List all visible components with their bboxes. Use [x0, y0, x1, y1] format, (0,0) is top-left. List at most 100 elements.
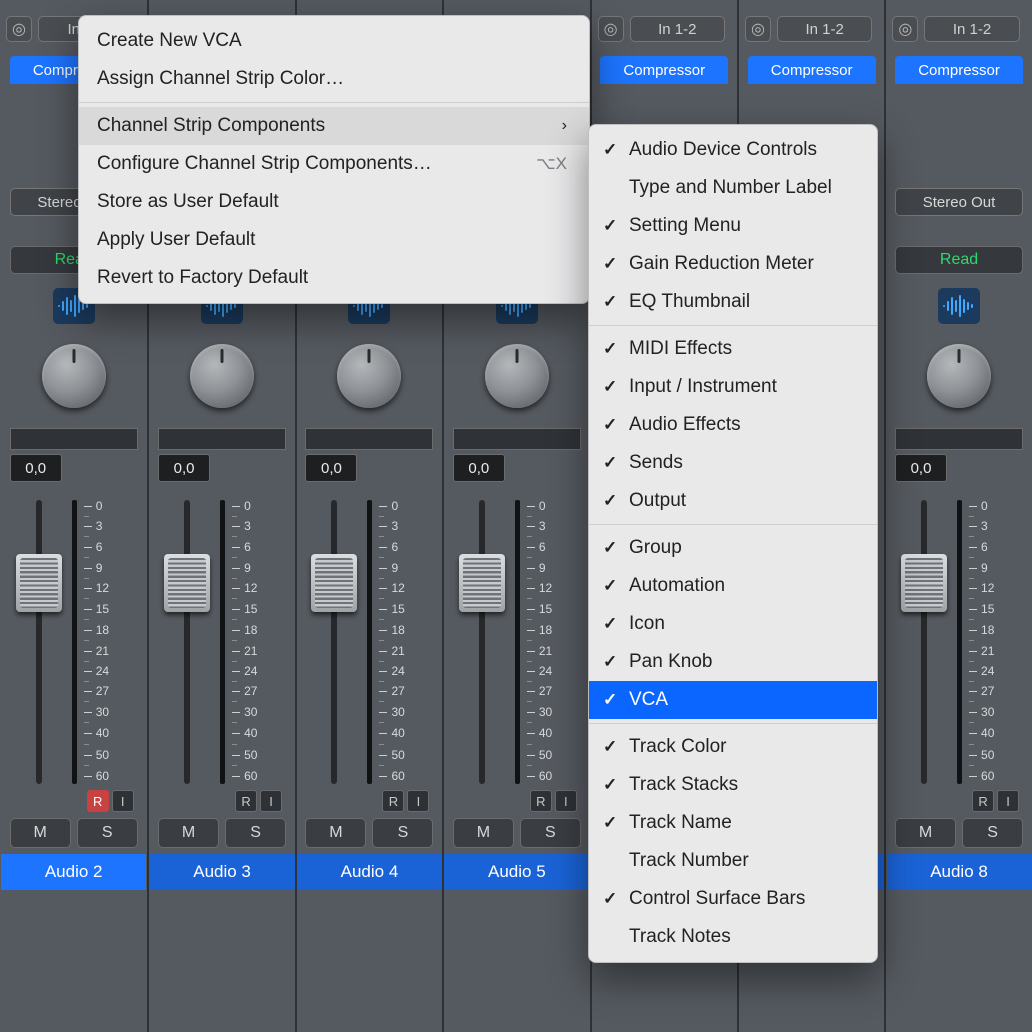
track-name[interactable]: Audio 2	[1, 854, 146, 890]
submenu-item[interactable]: ✓MIDI Effects	[589, 330, 877, 368]
scale-tick: 50	[981, 748, 994, 762]
fader-value[interactable]: 0,0	[453, 454, 505, 482]
submenu-item[interactable]: ✓Control Surface Bars	[589, 880, 877, 918]
submenu-item[interactable]: ✓Setting Menu	[589, 207, 877, 245]
mute-button[interactable]: M	[10, 818, 71, 848]
scale-tick: 40	[981, 726, 994, 740]
menu-item[interactable]: Channel Strip Components›	[79, 107, 589, 145]
insert-plugin[interactable]: Compressor	[748, 56, 876, 84]
submenu-item[interactable]: ✓Icon	[589, 605, 877, 643]
input-monitor-button[interactable]: I	[555, 790, 577, 812]
pan-knob[interactable]	[36, 338, 112, 414]
record-enable-button[interactable]: R	[530, 790, 552, 812]
solo-button[interactable]: S	[225, 818, 286, 848]
submenu-item[interactable]: ✓Group	[589, 529, 877, 567]
menu-item[interactable]: Create New VCA	[79, 22, 589, 60]
submenu-item[interactable]: ✓Sends	[589, 444, 877, 482]
submenu-item[interactable]: ✓Input / Instrument	[589, 368, 877, 406]
submenu-item[interactable]: Track Number	[589, 842, 877, 880]
menu-item[interactable]: Revert to Factory Default	[79, 259, 589, 297]
fader-handle[interactable]	[16, 554, 62, 612]
submenu-item[interactable]: Type and Number Label	[589, 169, 877, 207]
submenu-item[interactable]: ✓Automation	[589, 567, 877, 605]
mute-button[interactable]: M	[158, 818, 219, 848]
fader-handle[interactable]	[164, 554, 210, 612]
fader-value[interactable]: 0,0	[158, 454, 210, 482]
menu-item[interactable]: Store as User Default	[79, 183, 589, 221]
scale-tick: 50	[391, 748, 404, 762]
fader-value[interactable]: 0,0	[305, 454, 357, 482]
track-name[interactable]: Audio 3	[150, 854, 295, 890]
submenu-item[interactable]: Track Notes	[589, 918, 877, 956]
submenu-item[interactable]: ✓Output	[589, 482, 877, 520]
menu-item[interactable]: Assign Channel Strip Color…	[79, 60, 589, 98]
fader-handle[interactable]	[459, 554, 505, 612]
check-icon: ✓	[603, 415, 617, 435]
menu-item[interactable]: Apply User Default	[79, 221, 589, 259]
submenu-item[interactable]: ✓Audio Device Controls	[589, 131, 877, 169]
submenu-item[interactable]: ✓Audio Effects	[589, 406, 877, 444]
input-monitor-button[interactable]: I	[260, 790, 282, 812]
solo-button[interactable]: S	[77, 818, 138, 848]
scale-tick: 27	[244, 684, 257, 698]
check-icon: ✓	[603, 339, 617, 359]
output-selector[interactable]: Stereo Out	[895, 188, 1023, 216]
submenu-item[interactable]: ✓Track Color	[589, 728, 877, 766]
submenu-item-label: Pan Knob	[629, 651, 712, 673]
record-enable-button[interactable]: R	[972, 790, 994, 812]
track-name[interactable]: Audio 4	[297, 854, 442, 890]
submenu-item[interactable]: ✓VCA	[589, 681, 877, 719]
submenu-item[interactable]: ✓EQ Thumbnail	[589, 283, 877, 321]
mute-button[interactable]: M	[895, 818, 956, 848]
input-selector[interactable]: In 1-2	[630, 16, 725, 42]
scale-tick: 6	[96, 540, 103, 554]
record-enable-button[interactable]: R	[382, 790, 404, 812]
submenu-item[interactable]: ✓Gain Reduction Meter	[589, 245, 877, 283]
fader-value[interactable]: 0,0	[895, 454, 947, 482]
track-type-icon[interactable]	[938, 288, 980, 324]
solo-button[interactable]: S	[520, 818, 581, 848]
mute-button[interactable]: M	[305, 818, 366, 848]
input-selector[interactable]: In 1-2	[924, 16, 1019, 42]
fader-value[interactable]: 0,0	[10, 454, 62, 482]
input-selector[interactable]: In 1-2	[777, 16, 872, 42]
check-icon: ✓	[603, 216, 617, 236]
context-menu-main[interactable]: Create New VCAAssign Channel Strip Color…	[78, 15, 590, 304]
submenu-item[interactable]: ✓Track Stacks	[589, 766, 877, 804]
pan-knob[interactable]	[331, 338, 407, 414]
pan-display	[453, 428, 581, 450]
input-monitor-button[interactable]: I	[112, 790, 134, 812]
check-icon: ✓	[603, 813, 617, 833]
menu-item[interactable]: Configure Channel Strip Components…⌥X	[79, 145, 589, 183]
solo-button[interactable]: S	[962, 818, 1023, 848]
record-enable-button[interactable]: R	[87, 790, 109, 812]
stereo-link-icon[interactable]: ◎	[745, 16, 771, 42]
record-enable-button[interactable]: R	[235, 790, 257, 812]
track-name[interactable]: Audio 8	[887, 854, 1032, 890]
pan-knob[interactable]	[479, 338, 555, 414]
menu-separator	[79, 102, 589, 103]
submenu-item[interactable]: ✓Pan Knob	[589, 643, 877, 681]
context-menu-submenu[interactable]: ✓Audio Device ControlsType and Number La…	[588, 124, 878, 963]
stereo-link-icon[interactable]: ◎	[6, 16, 32, 42]
fader-handle[interactable]	[311, 554, 357, 612]
scale-tick: 3	[981, 519, 988, 533]
insert-plugin[interactable]: Compressor	[895, 56, 1023, 84]
solo-button[interactable]: S	[372, 818, 433, 848]
pan-knob[interactable]	[184, 338, 260, 414]
pan-knob[interactable]	[921, 338, 997, 414]
submenu-item[interactable]: ✓Track Name	[589, 804, 877, 842]
track-name[interactable]: Audio 5	[444, 854, 589, 890]
insert-plugin[interactable]: Compressor	[600, 56, 728, 84]
fader-handle[interactable]	[901, 554, 947, 612]
scale-tick: 18	[244, 623, 257, 637]
scale-tick: 6	[391, 540, 398, 554]
input-monitor-button[interactable]: I	[407, 790, 429, 812]
stereo-link-icon[interactable]: ◎	[892, 16, 918, 42]
input-monitor-button[interactable]: I	[997, 790, 1019, 812]
level-meter	[515, 500, 520, 784]
stereo-link-icon[interactable]: ◎	[598, 16, 624, 42]
automation-mode[interactable]: Read	[895, 246, 1023, 274]
mute-button[interactable]: M	[453, 818, 514, 848]
menu-separator	[589, 524, 877, 525]
